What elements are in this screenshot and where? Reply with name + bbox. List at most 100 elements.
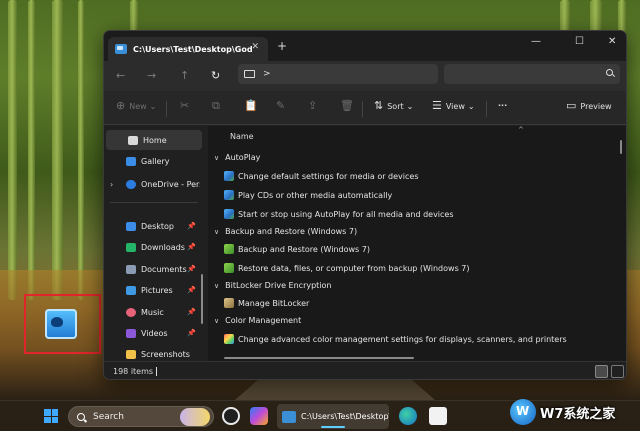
wordpress-icon[interactable] [222, 407, 240, 425]
group-header[interactable]: ∨ Color Management [214, 316, 301, 325]
toolbar-divider [362, 101, 363, 117]
preview-button[interactable]: ▭ Preview [566, 100, 612, 111]
details-view-button[interactable] [595, 365, 608, 378]
back-arrow-icon[interactable]: ← [116, 69, 125, 82]
sidebar-item-label: OneDrive - Perso [141, 179, 200, 189]
group-label: Backup and Restore (Windows 7) [225, 227, 358, 236]
share-icon[interactable]: ⇪ [308, 100, 317, 111]
forward-arrow-icon[interactable]: → [147, 69, 156, 82]
pictures-icon [126, 285, 136, 295]
toolbar-divider [486, 101, 487, 117]
onedrive-icon [126, 179, 136, 189]
taskbar-window-title: C:\Users\Test\Desktop\G [301, 412, 389, 421]
explorer-tab[interactable]: C:\Users\Test\Desktop\GodMo ✕ [108, 37, 268, 61]
item-label: Change default settings for media or dev… [238, 171, 419, 181]
group-label: Color Management [225, 316, 302, 325]
control-panel-icon [224, 171, 234, 181]
up-arrow-icon[interactable]: ↑ [180, 69, 189, 82]
more-options-button[interactable]: ··· [498, 101, 507, 110]
cut-icon[interactable]: ✂ [180, 100, 189, 111]
horizontal-scrollbar[interactable] [224, 357, 414, 359]
control-panel-icon [224, 209, 234, 219]
sort-button[interactable]: ⇅ Sort ⌄ [374, 100, 413, 111]
godmode-shortcut-icon[interactable] [45, 309, 77, 339]
group-header[interactable]: ∨ AutoPlay [214, 153, 260, 162]
new-icon: ⊕ [116, 99, 126, 112]
column-header-name[interactable]: Name [230, 132, 254, 141]
list-item[interactable]: Play CDs or other media automatically [224, 190, 392, 200]
group-header[interactable]: ∨ BitLocker Drive Encryption [214, 281, 332, 290]
item-label: Change advanced color management setting… [238, 334, 567, 344]
navigation-bar: ← → ↑ ↻ > [104, 61, 626, 91]
sidebar-item-pictures[interactable]: Pictures 📌 [104, 280, 200, 300]
list-item[interactable]: Change default settings for media or dev… [224, 171, 418, 181]
gallery-icon [126, 156, 136, 166]
sidebar-scrollbar[interactable] [201, 274, 203, 324]
group-header[interactable]: ∨ Backup and Restore (Windows 7) [214, 227, 357, 236]
refresh-icon[interactable]: ↻ [211, 69, 220, 82]
list-item[interactable]: Restore data, files, or computer from ba… [224, 263, 470, 273]
group-label: BitLocker Drive Encryption [225, 281, 332, 290]
sidebar-item-music[interactable]: Music 📌 [104, 302, 200, 322]
sidebar-item-label: Gallery [141, 156, 170, 166]
sidebar-item-label: Pictures [141, 285, 173, 295]
item-label: Play CDs or other media automatically [238, 190, 393, 200]
list-item[interactable]: Start or stop using AutoPlay for all med… [224, 209, 454, 219]
store-icon[interactable] [429, 407, 447, 425]
address-bar[interactable]: > [238, 64, 438, 84]
control-panel-icon [282, 410, 296, 423]
paste-icon[interactable]: 📋 [244, 100, 258, 111]
search-box[interactable] [444, 64, 620, 84]
search-icon [77, 412, 85, 421]
sidebar-item-downloads[interactable]: Downloads 📌 [104, 237, 200, 257]
copy-icon[interactable]: ⧉ [212, 100, 220, 111]
vertical-scrollbar[interactable] [620, 140, 622, 154]
new-tab-button[interactable]: + [277, 40, 287, 52]
sidebar-item-home[interactable]: Home [106, 130, 202, 150]
close-tab-icon[interactable]: ✕ [251, 42, 259, 52]
sidebar-item-documents[interactable]: Documents 📌 [104, 259, 200, 279]
sidebar-item-onedrive[interactable]: › OneDrive - Perso [104, 174, 200, 194]
file-list: ^ Name ∨ AutoPlay Change default setting… [208, 126, 626, 361]
sidebar-item-label: Downloads [141, 242, 185, 252]
bitlocker-key-icon [224, 298, 234, 308]
documents-icon [126, 264, 136, 274]
search-label: Search [93, 411, 124, 422]
minimize-button[interactable]: — [531, 36, 541, 47]
maximize-button[interactable]: ☐ [575, 36, 584, 47]
desktop-folder-icon [126, 221, 136, 231]
title-bar: C:\Users\Test\Desktop\GodMo ✕ + — ☐ ✕ [104, 31, 626, 61]
sidebar-item-gallery[interactable]: Gallery [104, 151, 200, 171]
edge-icon[interactable] [399, 407, 417, 425]
pin-icon: 📌 [187, 329, 196, 337]
view-button[interactable]: ☰ View ⌄ [432, 100, 475, 111]
chevron-right-icon[interactable]: › [110, 180, 113, 189]
sort-ascending-icon: ^ [518, 126, 524, 134]
list-item[interactable]: Backup and Restore (Windows 7) [224, 244, 370, 254]
watermark-text: W7系统之家 [540, 406, 616, 422]
copilot-icon[interactable] [250, 407, 268, 425]
list-item[interactable]: Change advanced color management setting… [224, 334, 567, 344]
new-button[interactable]: ⊕ New ⌄ [116, 99, 156, 112]
rename-icon[interactable]: ✎ [276, 100, 285, 111]
navigation-pane: Home Gallery › OneDrive - Perso Desktop … [104, 126, 204, 361]
tiles-view-button[interactable] [611, 365, 624, 378]
windows-start-icon[interactable] [44, 409, 58, 423]
chevron-down-icon: ∨ [214, 227, 220, 236]
widgets-icon[interactable] [180, 408, 210, 426]
breadcrumb-chevron-icon[interactable]: > [263, 69, 271, 79]
delete-icon[interactable]: 🗑 [340, 100, 354, 111]
close-button[interactable]: ✕ [608, 36, 616, 47]
toolbar-divider [166, 101, 167, 117]
item-label: Start or stop using AutoPlay for all med… [238, 209, 454, 219]
sidebar-item-desktop[interactable]: Desktop 📌 [104, 216, 200, 236]
list-item[interactable]: Manage BitLocker [224, 298, 309, 308]
sidebar-item-label: Videos [141, 328, 168, 338]
sidebar-item-videos[interactable]: Videos 📌 [104, 323, 200, 343]
taskbar-explorer-window[interactable]: C:\Users\Test\Desktop\G [277, 404, 389, 429]
command-bar: ⊕ New ⌄ ✂ ⧉ 📋 ✎ ⇪ 🗑 ⇅ Sort ⌄ ☰ View ⌄ ··… [104, 91, 626, 125]
music-icon [126, 307, 136, 317]
text-cursor [156, 367, 157, 376]
pin-icon: 📌 [187, 222, 196, 230]
this-pc-icon [244, 70, 255, 78]
